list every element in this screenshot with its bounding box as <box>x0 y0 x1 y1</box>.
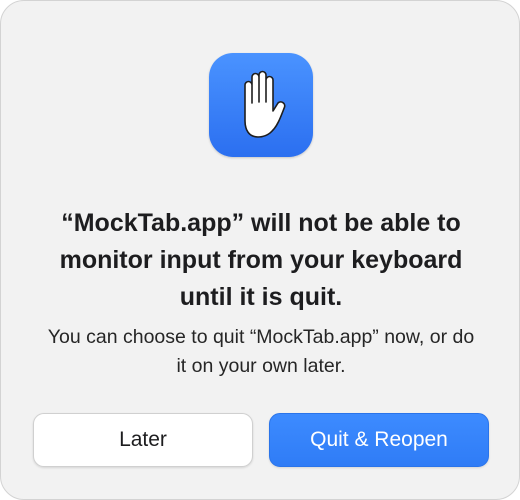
raised-hand-icon <box>244 70 286 138</box>
privacy-app-icon <box>209 53 313 157</box>
later-button[interactable]: Later <box>33 413 253 467</box>
permission-alert-dialog: “MockTab.app” will not be able to monito… <box>0 0 520 500</box>
dialog-title: “MockTab.app” will not be able to monito… <box>59 209 463 311</box>
quit-and-reopen-button[interactable]: Quit & Reopen <box>269 413 489 467</box>
dialog-message: You can choose to quit “MockTab.app” now… <box>47 326 475 377</box>
